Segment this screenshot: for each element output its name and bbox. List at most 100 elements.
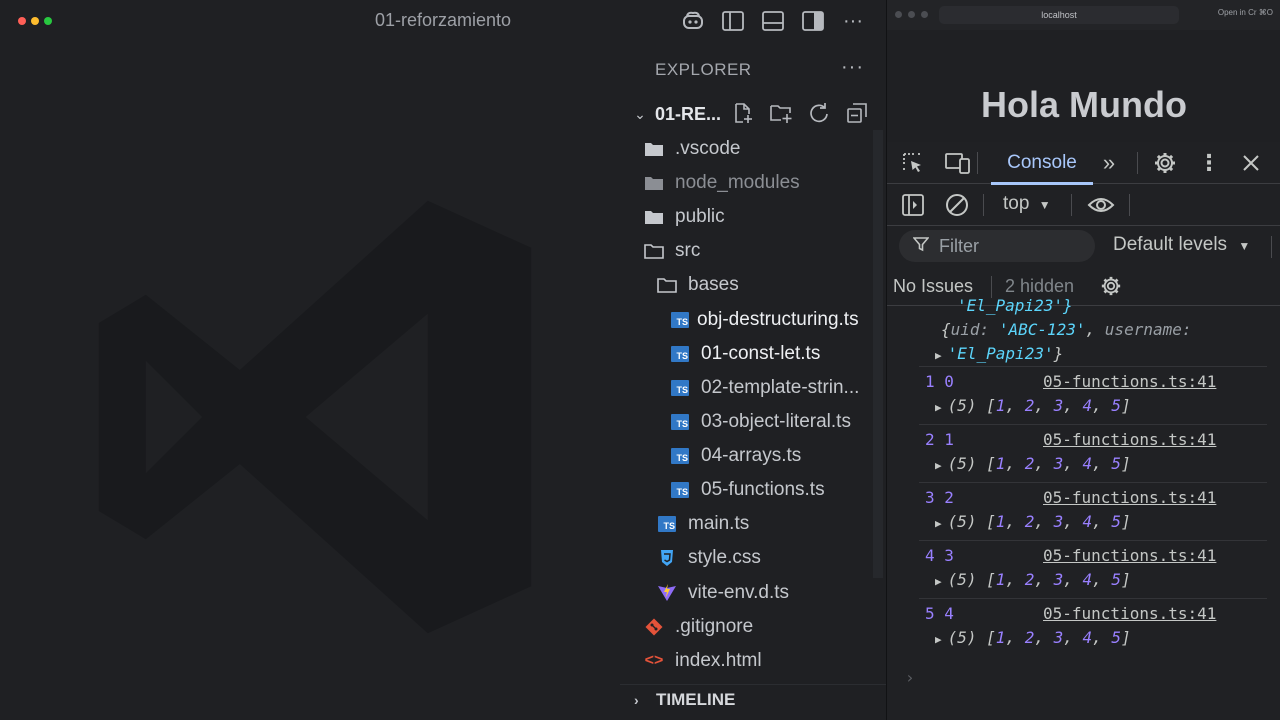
tree-item-03-object-literal[interactable]: TS 03-object-literal.ts — [668, 406, 851, 438]
more-actions-icon[interactable]: ··· — [840, 8, 866, 34]
new-folder-icon[interactable] — [768, 100, 794, 126]
tree-item-main[interactable]: TS main.ts — [655, 508, 749, 540]
console-settings-gear-icon[interactable] — [1095, 270, 1127, 302]
open-in-browser-button[interactable]: Open in Cr ⌘O — [1218, 8, 1273, 17]
explorer-sidebar: EXPLORER ··· ⌄ 01-RE... .vscode node_mod… — [620, 42, 886, 720]
browser-window: localhost Open in Cr ⌘O Hola Mundo Conso… — [886, 0, 1280, 720]
log-text: 4 3 — [925, 546, 954, 565]
address-bar[interactable]: localhost — [939, 6, 1179, 24]
tree-item-label: 05-functions.ts — [701, 479, 825, 500]
new-file-icon[interactable] — [730, 100, 756, 126]
filter-icon — [912, 236, 930, 257]
log-text: 1 0 — [925, 372, 954, 391]
project-folder-row[interactable]: ⌄ 01-RE... — [630, 100, 886, 128]
expand-triangle-icon[interactable]: ▶ — [935, 401, 942, 414]
tree-item-vite-env[interactable]: vite-env.d.ts — [655, 577, 789, 609]
tree-item-src[interactable]: src — [642, 235, 700, 267]
issues-bar: No Issues 2 hidden — [887, 266, 1280, 306]
folder-open-icon — [655, 273, 679, 297]
dropdown-arrow-icon: ▼ — [1038, 198, 1051, 212]
folder-icon — [642, 137, 666, 161]
tree-item-02-template-strings[interactable]: TS 02-template-strin... — [668, 372, 859, 404]
context-select[interactable]: top ▼ — [1003, 193, 1051, 215]
refresh-icon[interactable] — [806, 100, 832, 126]
log-source-link[interactable]: 05-functions.ts:41 — [1043, 546, 1216, 565]
explorer-scrollbar[interactable] — [873, 130, 883, 578]
tree-item-label: style.css — [688, 547, 761, 568]
log-levels-value: Default levels — [1113, 234, 1228, 255]
array-log-line[interactable]: ▶ (5) [1, 2, 3, 4, 5] — [935, 454, 1131, 473]
copilot-icon[interactable] — [680, 8, 706, 34]
tree-item-bases[interactable]: bases — [655, 269, 739, 301]
tab-console[interactable]: Console — [991, 142, 1093, 185]
expand-triangle-icon[interactable]: ▶ — [935, 459, 942, 472]
tree-item-05-functions[interactable]: TS 05-functions.ts — [668, 474, 825, 506]
tree-item-index-html[interactable]: <> index.html — [642, 645, 762, 677]
typescript-file-icon: TS — [668, 342, 692, 366]
tree-item-01-const-let[interactable]: TS 01-const-let.ts — [668, 338, 820, 370]
clear-console-icon[interactable] — [941, 189, 973, 221]
gear-icon[interactable] — [1149, 147, 1181, 179]
minimize-window-button[interactable] — [908, 11, 915, 18]
close-icon[interactable] — [1235, 147, 1267, 179]
vscode-watermark-logo — [98, 200, 532, 634]
array-log-line[interactable]: ▶ (5) [1, 2, 3, 4, 5] — [935, 512, 1131, 531]
tree-item-label: vite-env.d.ts — [688, 582, 790, 603]
log-source-link[interactable]: 05-functions.ts:41 — [1043, 372, 1216, 391]
tree-item-vscode[interactable]: .vscode — [642, 133, 740, 165]
hidden-count[interactable]: 2 hidden — [1005, 276, 1074, 297]
expand-triangle-icon[interactable]: ▶ — [935, 517, 942, 530]
vscode-titlebar: 01-reforzamiento ··· — [0, 0, 886, 42]
git-file-icon — [642, 615, 666, 639]
device-toolbar-icon[interactable] — [942, 147, 974, 179]
tree-item-gitignore[interactable]: .gitignore — [642, 611, 753, 643]
tree-item-04-arrays[interactable]: TS 04-arrays.ts — [668, 440, 801, 472]
tree-item-label: 02-template-strin... — [701, 377, 860, 398]
typescript-file-icon: TS — [668, 410, 692, 434]
object-log-line-continued[interactable]: ▶ 'El_Papi23'} — [935, 344, 1063, 363]
filter-input[interactable]: Filter — [899, 230, 1095, 262]
typescript-file-icon: TS — [668, 444, 692, 468]
toggle-secondary-sidebar-icon[interactable] — [800, 8, 826, 34]
log-source-link[interactable]: 05-functions.ts:41 — [1043, 604, 1216, 623]
context-value: top — [1003, 193, 1030, 214]
tree-item-obj-destructuring[interactable]: TS obj-destructuring.ts — [668, 304, 859, 336]
zoom-window-button[interactable] — [921, 11, 928, 18]
toggle-primary-sidebar-icon[interactable] — [720, 8, 746, 34]
kebab-menu-icon[interactable]: ⋮ — [1193, 147, 1225, 179]
array-log-line[interactable]: ▶ (5) [1, 2, 3, 4, 5] — [935, 570, 1131, 589]
explorer-more-icon[interactable]: ··· — [841, 56, 864, 79]
sidebar-toggle-icon[interactable] — [897, 189, 929, 221]
object-log-line[interactable]: {uid: 'ABC-123', username: — [941, 320, 1192, 339]
tree-item-node-modules[interactable]: node_modules — [642, 167, 800, 199]
timeline-section[interactable]: › TIMELINE — [634, 690, 735, 710]
log-levels-select[interactable]: Default levels ▼ — [1113, 234, 1250, 256]
inspect-element-icon[interactable] — [897, 147, 929, 179]
devtools-tabbar: Console » ⋮ — [887, 142, 1280, 185]
expand-triangle-icon[interactable]: ▶ — [935, 633, 942, 646]
expand-triangle-icon[interactable]: ▶ — [935, 575, 942, 588]
tree-item-label: .gitignore — [675, 616, 754, 637]
project-name: 01-RE... — [655, 103, 722, 124]
log-source-link[interactable]: 05-functions.ts:41 — [1043, 488, 1216, 507]
log-text: 5 4 — [925, 604, 954, 623]
expand-triangle-icon[interactable]: ▶ — [935, 349, 942, 362]
collapse-all-icon[interactable] — [844, 100, 870, 126]
tree-item-public[interactable]: public — [642, 201, 725, 233]
vscode-window: 01-reforzamiento ··· EXPLORER ··· ⌄ 01-R… — [0, 0, 886, 720]
tree-item-style-css[interactable]: style.css — [655, 542, 761, 574]
log-source-link[interactable]: 05-functions.ts:41 — [1043, 430, 1216, 449]
folder-icon — [642, 171, 666, 195]
console-prompt[interactable]: › — [905, 668, 915, 687]
toggle-panel-icon[interactable] — [760, 8, 786, 34]
tree-item-label: 01-const-let.ts — [701, 343, 821, 364]
array-log-line[interactable]: ▶ (5) [1, 2, 3, 4, 5] — [935, 628, 1131, 647]
devtools-panel: Console » ⋮ top ▼ Filter Default levels … — [887, 142, 1280, 720]
array-log-line[interactable]: ▶ (5) [1, 2, 3, 4, 5] — [935, 396, 1131, 415]
folder-icon — [642, 205, 666, 229]
issues-count[interactable]: No Issues — [893, 276, 973, 297]
close-window-button[interactable] — [895, 11, 902, 18]
explorer-actions — [730, 100, 870, 126]
eye-icon[interactable] — [1085, 189, 1117, 221]
more-tabs-icon[interactable]: » — [1093, 147, 1125, 179]
